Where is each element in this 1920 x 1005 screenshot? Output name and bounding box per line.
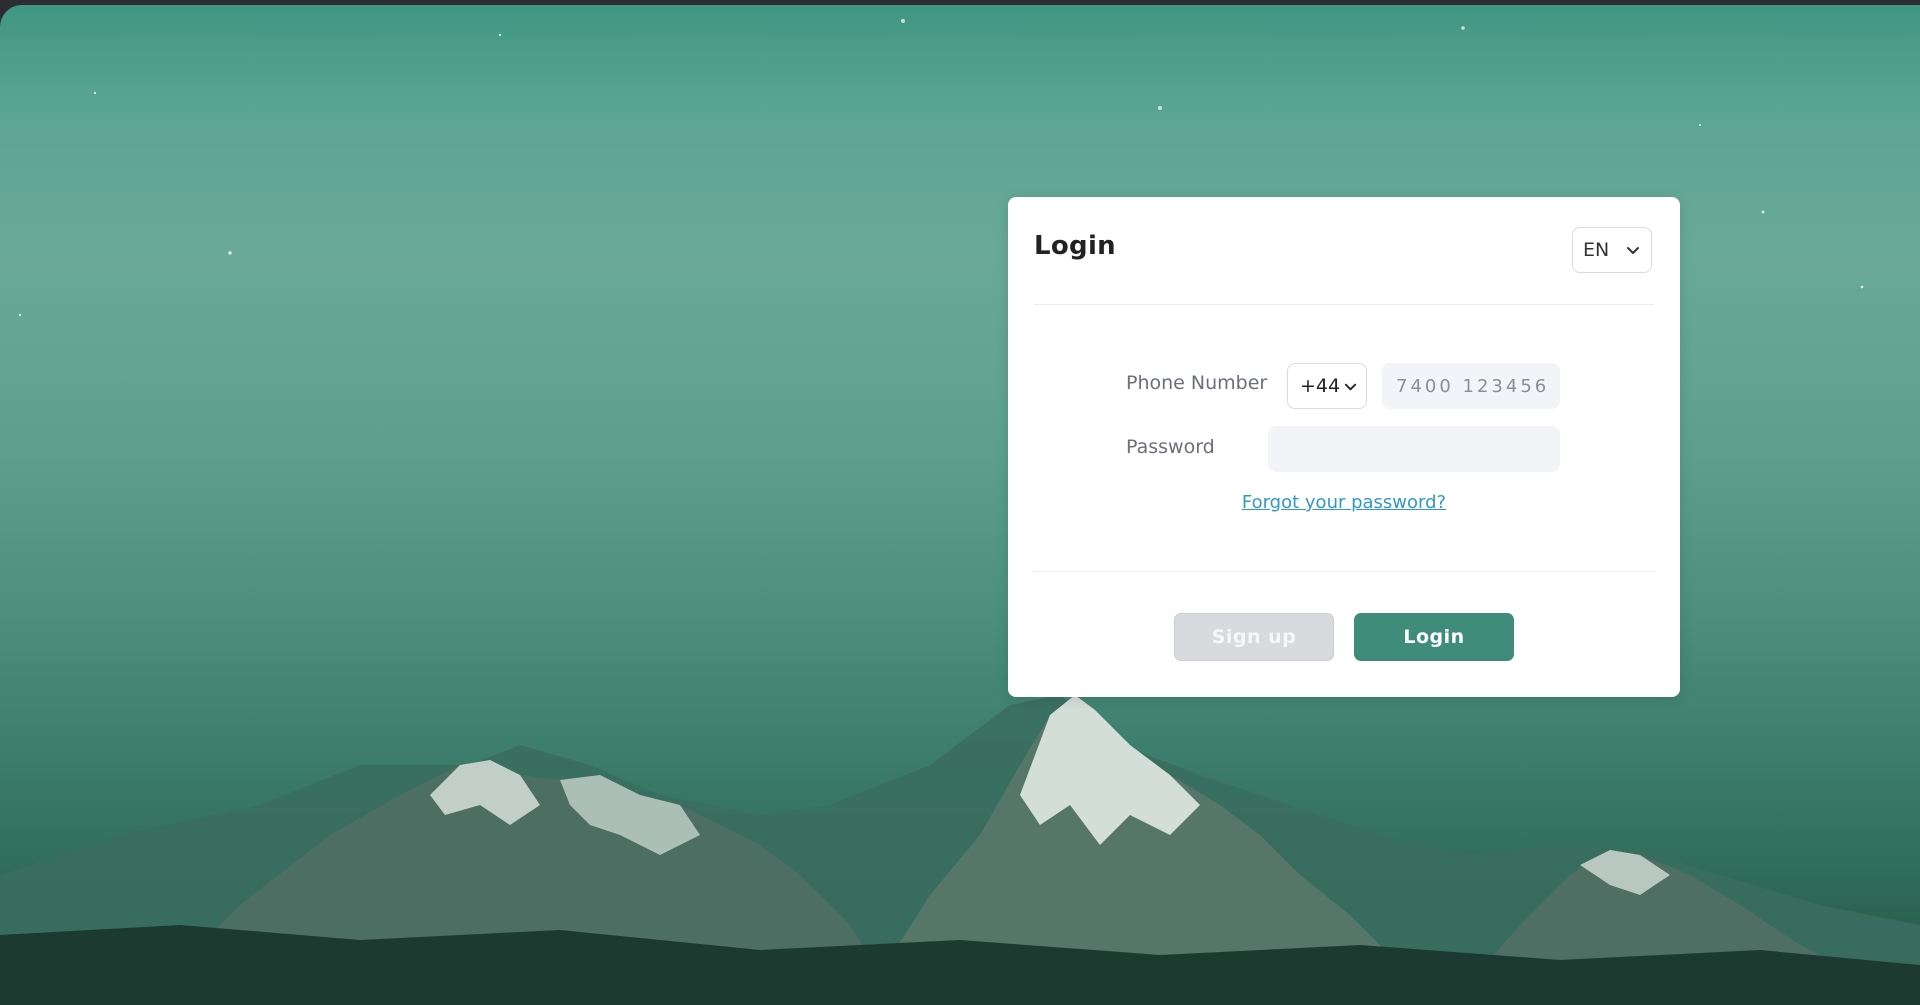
language-select[interactable]: EN — [1572, 227, 1652, 273]
country-code-select[interactable]: +44 — [1287, 363, 1367, 409]
password-input[interactable] — [1268, 426, 1560, 472]
footer-divider — [1034, 571, 1654, 572]
phone-number-label: Phone Number — [1126, 372, 1268, 394]
password-label: Password — [1126, 436, 1215, 458]
header-divider — [1034, 304, 1654, 305]
chevron-down-icon — [1344, 383, 1357, 391]
country-code-value: +44 — [1300, 375, 1341, 397]
login-dialog: Login EN Phone Number +44 Password Forgo… — [1008, 197, 1680, 697]
phone-number-input[interactable] — [1382, 363, 1560, 409]
login-title: Login — [1034, 231, 1116, 261]
chevron-down-icon — [1627, 247, 1639, 254]
sign-up-button[interactable]: Sign up — [1174, 613, 1334, 661]
forgot-password-row: Forgot your password? — [1008, 492, 1680, 513]
forgot-password-link[interactable]: Forgot your password? — [1242, 492, 1446, 513]
language-value: EN — [1583, 239, 1610, 261]
login-button[interactable]: Login — [1354, 613, 1514, 661]
